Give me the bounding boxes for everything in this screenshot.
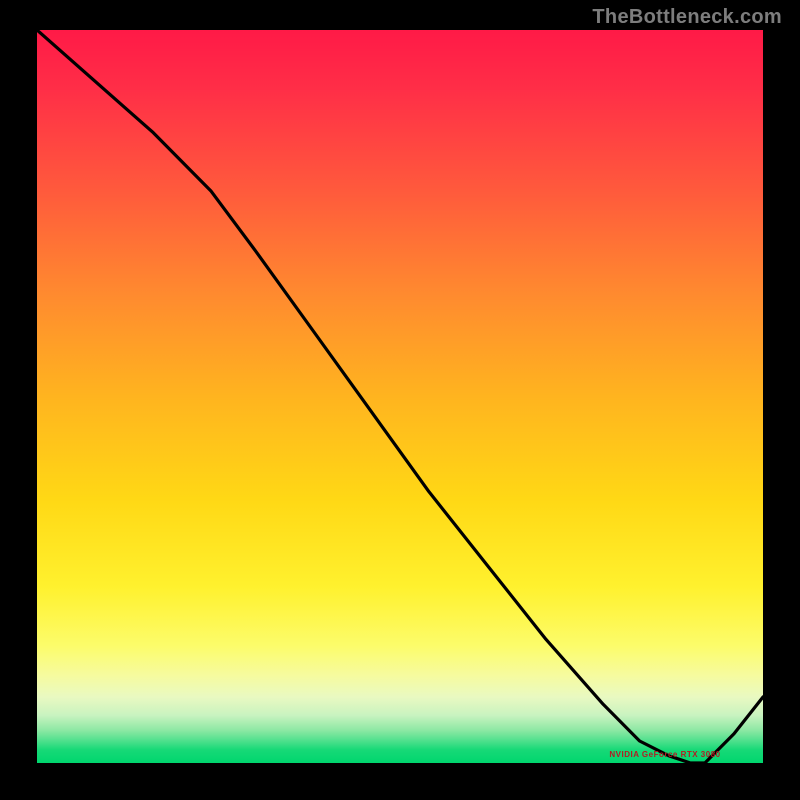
plot-area <box>37 30 763 763</box>
watermark-text: TheBottleneck.com <box>592 6 782 29</box>
gpu-annotation: NVIDIA GeForce RTX 3080 <box>609 750 720 759</box>
chart-frame: TheBottleneck.com NVIDIA GeForce RTX 308… <box>0 0 800 800</box>
